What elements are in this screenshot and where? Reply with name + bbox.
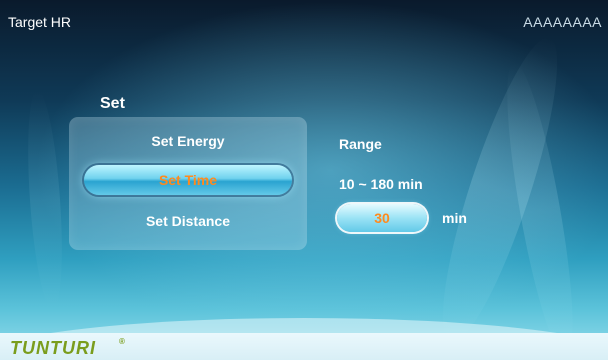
time-unit-label: min [442, 210, 467, 226]
set-time-option[interactable]: Set Time [84, 165, 292, 195]
background-light-streak [22, 89, 68, 311]
set-time-label: Set Time [158, 172, 218, 188]
range-value: 10 ~ 180 min [339, 176, 423, 192]
set-distance-option[interactable]: Set Distance [69, 213, 307, 229]
range-label: Range [339, 136, 382, 152]
time-value-input[interactable]: 30 [337, 204, 427, 232]
set-heading: Set [100, 95, 125, 112]
target-hr-screen: Target HR AAAAAAAA Set Set Energy Set Ti… [0, 0, 608, 360]
registered-mark: ® [119, 337, 125, 346]
user-id-label: AAAAAAAA [523, 14, 602, 30]
brand-logo: TUNTURI [10, 338, 96, 358]
set-energy-option[interactable]: Set Energy [69, 133, 307, 149]
screen-title: Target HR [8, 14, 72, 30]
set-options-panel: Set Energy Set Time Set Distance [69, 117, 307, 250]
time-value-text: 30 [374, 210, 390, 226]
